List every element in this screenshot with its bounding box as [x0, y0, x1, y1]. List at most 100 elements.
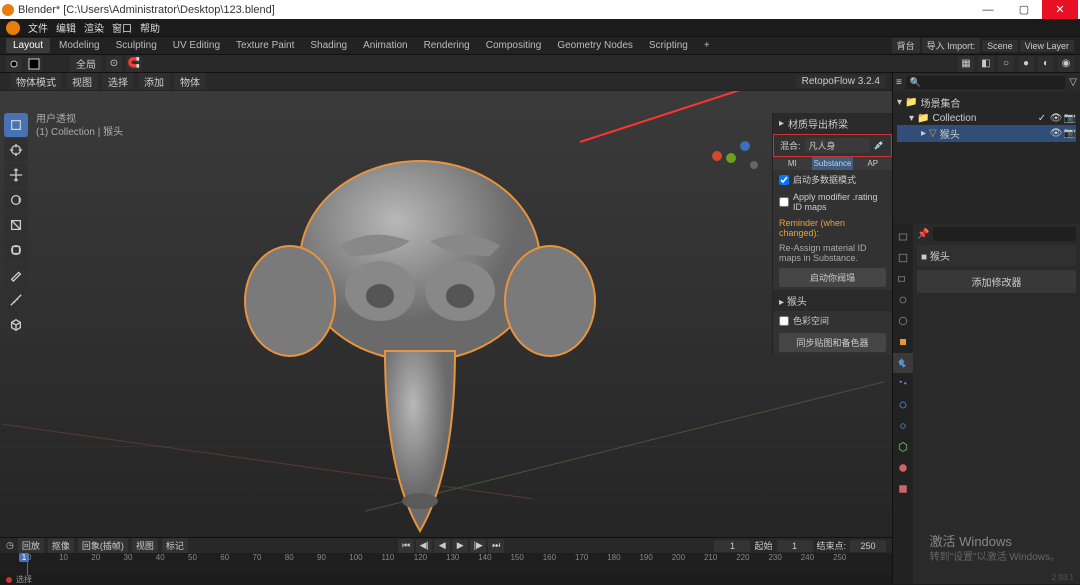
hide-icon[interactable]: 👁 — [1050, 112, 1062, 124]
orientation-select[interactable]: 全局 — [70, 55, 102, 72]
np-check-applymod[interactable]: Apply modifier .rating ID maps — [773, 189, 892, 215]
select-mode-icon[interactable] — [26, 56, 42, 72]
tool-select[interactable] — [4, 113, 28, 137]
tl-menu-keying[interactable]: 抠像 — [48, 538, 74, 553]
np-button-start[interactable]: 启动你阀塌 — [779, 268, 886, 287]
tool-transform[interactable] — [4, 238, 28, 262]
np-check-multidata[interactable]: 启动多数据模式 — [773, 170, 892, 189]
np-section-object[interactable]: ▸ 猴头 — [773, 290, 892, 311]
tl-menu-marker[interactable]: 标记 — [162, 538, 188, 553]
outliner-type-icon[interactable]: ≡ — [896, 77, 902, 88]
menu-edit[interactable]: 编辑 — [56, 20, 76, 35]
snap-icon[interactable]: 🧲 — [126, 56, 142, 72]
tree-scene-collection[interactable]: ▾📁场景集合 — [897, 94, 1076, 111]
workspace-texture[interactable]: Texture Paint — [229, 38, 301, 53]
np-tab-ap[interactable]: AP — [853, 157, 892, 170]
shading-render-icon[interactable]: ◉ — [1058, 56, 1074, 72]
start-frame[interactable]: 1 — [777, 540, 813, 552]
timeline-ruler[interactable]: 1 01020304050607080901001101201301401501… — [0, 553, 892, 575]
minimize-button[interactable]: — — [970, 0, 1006, 19]
menu-window[interactable]: 窗口 — [112, 20, 132, 35]
np-header[interactable]: ▸材质导出桥梁 — [773, 113, 892, 134]
vp-menu-object[interactable]: 物体 — [174, 73, 206, 90]
workspace-uv[interactable]: UV Editing — [166, 38, 227, 53]
jump-end-icon[interactable]: ⏭ — [488, 539, 504, 553]
shading-solid-icon[interactable]: ● — [1018, 56, 1034, 72]
render-icon[interactable]: 📷 — [1064, 128, 1076, 140]
axis-y-icon[interactable] — [726, 153, 736, 163]
tool-rotate[interactable] — [4, 188, 28, 212]
eyedropper-icon[interactable]: 💉 — [874, 140, 885, 151]
hide-icon[interactable]: 👁 — [1050, 128, 1062, 140]
ptab-texture[interactable] — [893, 479, 913, 499]
pivot-icon[interactable]: ⊙ — [106, 56, 122, 72]
play-icon[interactable]: ▶ — [452, 539, 468, 553]
ptab-constraint[interactable] — [893, 416, 913, 436]
vp-menu-view[interactable]: 视图 — [66, 73, 98, 90]
tool-addcube[interactable] — [4, 313, 28, 337]
outliner-filter-icon[interactable]: ▽ — [1069, 77, 1077, 88]
keyframe-prev-icon[interactable]: ◀| — [416, 539, 432, 553]
ptab-particles[interactable] — [893, 374, 913, 394]
play-reverse-icon[interactable]: ◀ — [434, 539, 450, 553]
restrict-icon[interactable]: ✓ — [1036, 112, 1048, 124]
mode-select[interactable]: 物体模式 — [10, 73, 62, 90]
ptab-output[interactable] — [893, 248, 913, 268]
tl-menu-keyframe[interactable]: 回象(插帧) — [78, 538, 128, 553]
ptab-material[interactable] — [893, 458, 913, 478]
workspace-scripting[interactable]: Scripting — [642, 38, 695, 53]
workspace-modeling[interactable]: Modeling — [52, 38, 107, 53]
xray-icon[interactable]: ◧ — [978, 56, 994, 72]
back-to-prev[interactable]: 背台 — [892, 38, 920, 53]
outliner-search[interactable]: 🔍 — [906, 76, 1065, 89]
vp-menu-select[interactable]: 选择 — [102, 73, 134, 90]
ptab-modifier[interactable] — [893, 353, 913, 373]
ptab-physics[interactable] — [893, 395, 913, 415]
tl-menu-view[interactable]: 视图 — [132, 538, 158, 553]
tool-cursor[interactable] — [4, 138, 28, 162]
ptab-scene[interactable] — [893, 290, 913, 310]
workspace-geonodes[interactable]: Geometry Nodes — [550, 38, 640, 53]
import-dropdown[interactable]: 导入 Import: — [922, 38, 981, 53]
jump-start-icon[interactable]: ⏮ — [398, 539, 414, 553]
menu-help[interactable]: 帮助 — [140, 20, 160, 35]
workspace-animation[interactable]: Animation — [356, 38, 414, 53]
nav-gizmo[interactable] — [712, 131, 762, 181]
axis-neg-icon[interactable] — [750, 161, 758, 169]
np-check-colorspace[interactable]: 色彩空间 — [773, 311, 892, 330]
tl-editor-icon[interactable]: ◷ — [6, 540, 14, 551]
workspace-sculpting[interactable]: Sculpting — [109, 38, 164, 53]
mesh-object-suzanne[interactable] — [220, 141, 620, 541]
ptab-data[interactable] — [893, 437, 913, 457]
shading-wire-icon[interactable]: ○ — [998, 56, 1014, 72]
end-frame[interactable]: 250 — [850, 540, 886, 552]
tool-move[interactable] — [4, 163, 28, 187]
3d-viewport[interactable]: 用户透视 (1) Collection | 猴头 — [0, 91, 892, 584]
axis-z-icon[interactable] — [740, 141, 750, 151]
ptab-world[interactable] — [893, 311, 913, 331]
maximize-button[interactable]: ▢ — [1006, 0, 1042, 19]
np-tab-mi[interactable]: MI — [773, 157, 812, 170]
workspace-shading[interactable]: Shading — [303, 38, 354, 53]
tree-object-monkey[interactable]: ▸▽猴头 👁📷 — [897, 125, 1076, 142]
axis-x-icon[interactable] — [712, 151, 722, 161]
tool-annotate[interactable] — [4, 263, 28, 287]
np-mesh-input[interactable]: 凡人身 — [805, 138, 870, 153]
ptab-object[interactable] — [893, 332, 913, 352]
workspace-layout[interactable]: Layout — [6, 38, 50, 53]
menu-file[interactable]: 文件 — [28, 20, 48, 35]
render-icon[interactable]: 📷 — [1064, 112, 1076, 124]
viewlayer-select[interactable]: View Layer — [1020, 40, 1074, 52]
close-button[interactable]: ✕ — [1042, 0, 1078, 19]
workspace-rendering[interactable]: Rendering — [417, 38, 477, 53]
overlay-icon[interactable]: ▦ — [958, 56, 974, 72]
shading-material-icon[interactable]: ◐ — [1038, 56, 1054, 72]
menu-render[interactable]: 渲染 — [84, 20, 104, 35]
cursor-tool-icon[interactable] — [6, 56, 22, 72]
scene-select[interactable]: Scene — [982, 40, 1018, 52]
vp-menu-add[interactable]: 添加 — [138, 73, 170, 90]
workspace-compositing[interactable]: Compositing — [479, 38, 549, 53]
add-modifier-button[interactable]: 添加修改器 — [917, 270, 1076, 293]
tool-scale[interactable] — [4, 213, 28, 237]
keyframe-next-icon[interactable]: |▶ — [470, 539, 486, 553]
